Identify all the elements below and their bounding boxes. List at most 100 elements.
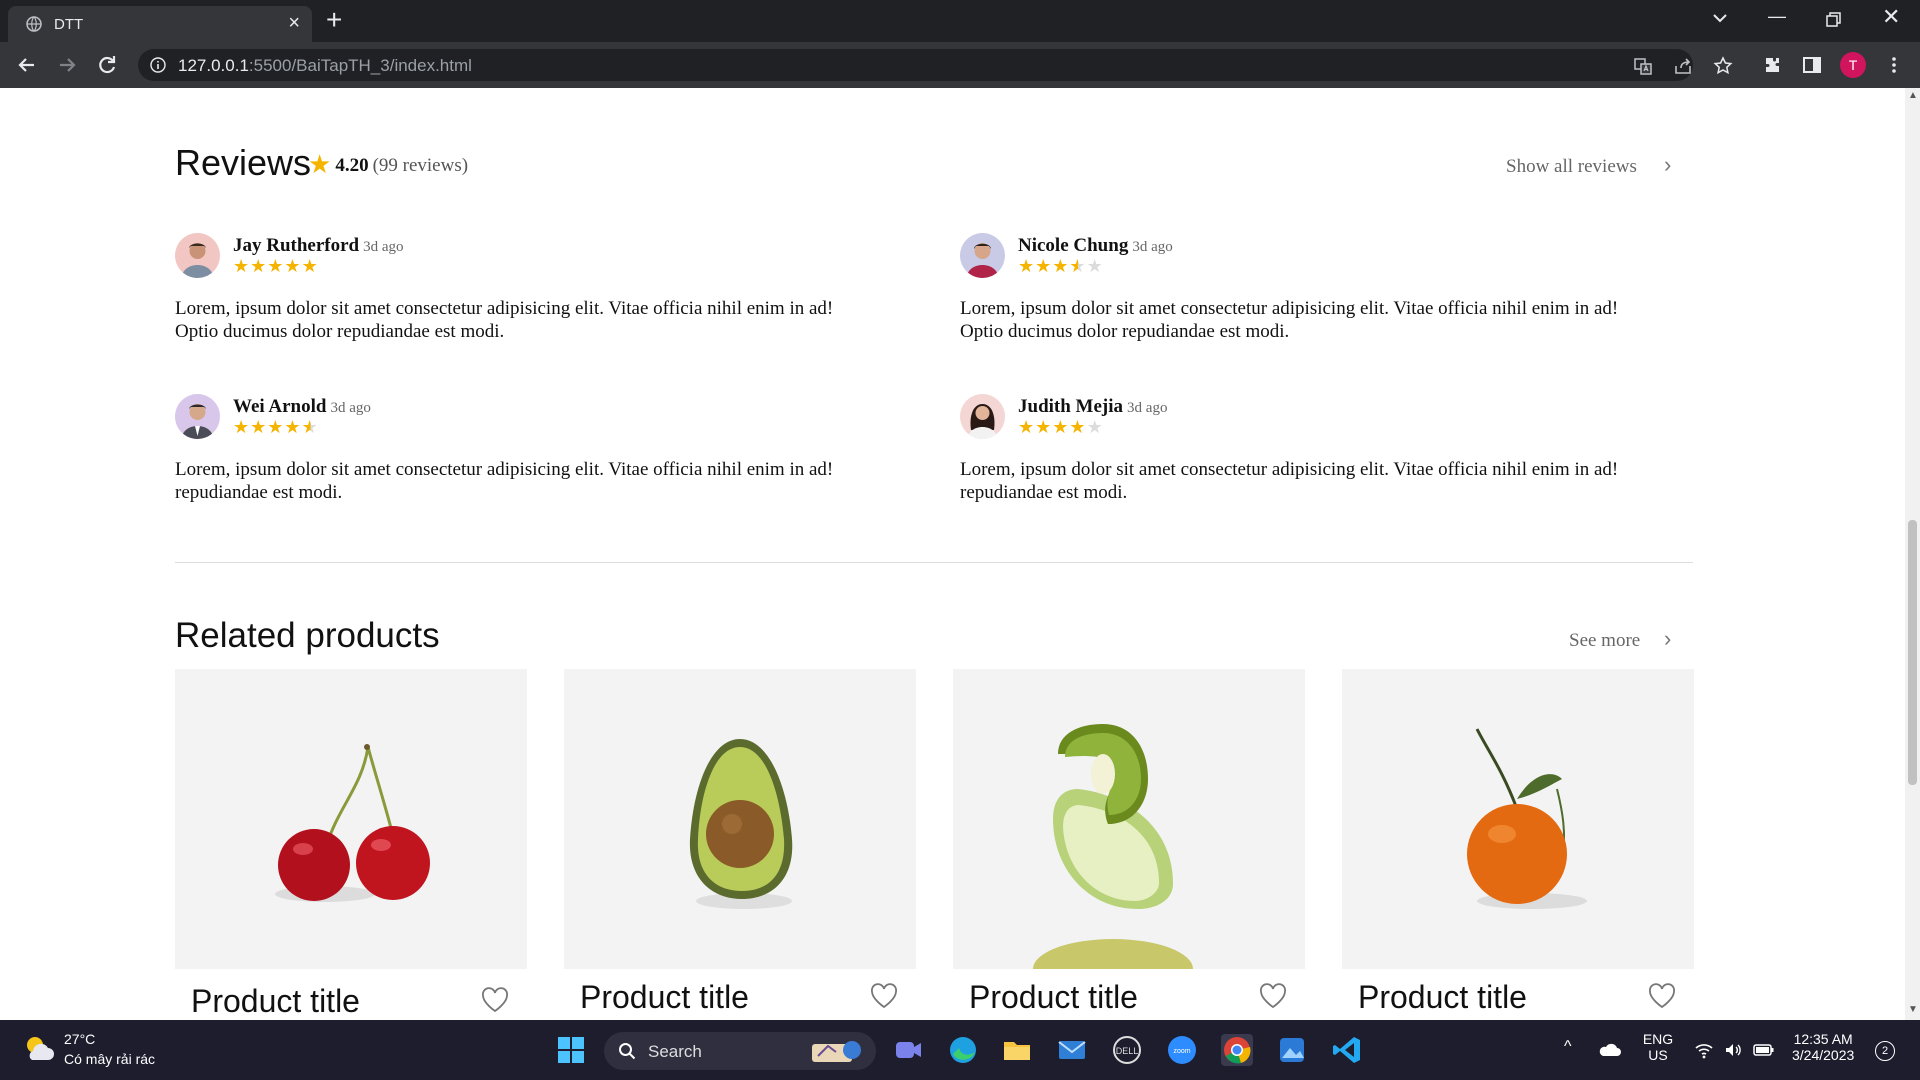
product-card[interactable]: Product title [564,669,916,1020]
heart-icon[interactable] [481,987,509,1013]
svg-text:zoom: zoom [1173,1048,1190,1055]
star-icon: ★ [308,150,332,179]
weather-icon[interactable] [22,1032,56,1066]
reviewer-name-text: Wei Arnold [233,396,327,417]
vscode-icon[interactable] [1331,1034,1363,1066]
extensions-icon[interactable] [1762,55,1782,75]
address-url[interactable]: 127.0.0.1:5500/BaiTapTH_3/index.html [178,56,472,76]
reviewer-name-text: Judith Mejia [1018,396,1124,417]
bookmark-star-icon[interactable] [1713,56,1733,76]
reviewer-name: Nicole Chung 3d ago [1018,235,1173,257]
see-more-link[interactable]: See more [1569,630,1640,652]
teams-meet-icon[interactable] [892,1034,924,1066]
menu-kebab-icon[interactable] [1884,55,1904,75]
globe-icon [26,16,42,32]
product-image-tangerine[interactable] [1342,669,1694,969]
reviewer-name: Judith Mejia 3d ago [1018,396,1167,418]
side-panel-icon[interactable] [1802,55,1822,75]
product-image-cherry[interactable] [175,669,527,969]
windows-start-icon[interactable] [555,1034,587,1066]
url-path: :5500/BaiTapTH_3/index.html [248,56,472,75]
tab-search-chevron-icon[interactable] [1710,8,1730,28]
rating-stars: ★★★★★ [1018,256,1104,277]
chevron-right-icon[interactable]: › [1664,152,1671,178]
file-explorer-icon[interactable] [1001,1034,1033,1066]
minimize-icon[interactable]: — [1768,6,1786,27]
product-title[interactable]: Product title [969,979,1138,1016]
forward-icon[interactable] [54,52,80,78]
star-half-icon: ★ [301,417,319,437]
star-empty-icon: ★ [1086,256,1104,276]
product-card[interactable]: Product title [175,669,527,1020]
product-title[interactable]: Product title [580,979,749,1016]
new-tab-icon[interactable]: + [326,6,342,34]
edge-icon[interactable] [947,1034,979,1066]
chevron-right-icon[interactable]: › [1664,626,1671,652]
browser-tab[interactable]: DTT × [8,6,312,42]
onedrive-icon[interactable] [1598,1038,1622,1062]
reload-icon[interactable] [94,52,120,78]
window-close-icon[interactable]: ✕ [1882,4,1900,30]
translate-icon[interactable] [1633,56,1653,76]
taskbar-search[interactable]: Search [604,1032,876,1070]
restore-icon[interactable] [1826,12,1842,28]
product-card[interactable]: Product title [1342,669,1694,1020]
tab-close-icon[interactable]: × [288,12,300,35]
reviewer-name-text: Jay Rutherford [233,235,360,256]
scroll-down-icon[interactable]: ▼ [1908,1004,1918,1015]
page-scrollbar[interactable]: ▲ ▼ [1905,88,1920,1020]
site-info-icon[interactable] [150,57,166,73]
reviewer-name: Jay Rutherford 3d ago [233,235,404,257]
profile-avatar[interactable]: T [1840,52,1866,78]
photos-icon[interactable] [1276,1034,1308,1066]
product-image-kiwi[interactable] [953,669,1305,999]
reviewer-name: Wei Arnold 3d ago [233,396,371,418]
scroll-up-icon[interactable]: ▲ [1908,90,1918,101]
mail-icon[interactable] [1056,1034,1088,1066]
star-filled-icon: ★ [301,256,319,276]
language-indicator[interactable]: ENG US [1640,1031,1676,1063]
zoom-icon[interactable]: zoom [1166,1034,1198,1066]
taskbar-clock[interactable]: 12:35 AM 3/24/2023 [1792,1031,1854,1063]
heart-icon[interactable] [1259,983,1287,1009]
tray-overflow-chevron-icon[interactable]: ^ [1564,1038,1572,1056]
language-bottom: US [1648,1047,1668,1063]
notification-badge[interactable]: 2 [1875,1041,1895,1061]
share-icon[interactable] [1673,56,1693,76]
star-filled-icon: ★ [1035,256,1053,276]
show-all-reviews-link[interactable]: Show all reviews [1506,156,1637,178]
star-filled-icon: ★ [233,417,251,437]
star-filled-icon: ★ [1052,256,1070,276]
review-text: Lorem, ipsum dolor sit amet consectetur … [175,298,834,342]
product-card[interactable]: Product title [953,669,1305,1020]
avatar [175,394,220,439]
heart-icon[interactable] [870,983,898,1009]
reviews-summary: ★ 4.20 (99 reviews) [308,150,468,180]
dell-icon[interactable]: DELL [1111,1034,1143,1066]
scrollbar-thumb[interactable] [1908,520,1917,785]
back-icon[interactable] [14,52,40,78]
star-filled-icon: ★ [233,256,251,276]
star-filled-icon: ★ [1018,256,1036,276]
chrome-icon[interactable] [1221,1034,1253,1066]
product-title[interactable]: Product title [191,983,360,1020]
avatar [175,233,220,278]
star-filled-icon: ★ [250,417,268,437]
tab-title: DTT [54,16,84,33]
search-highlight-icon [812,1041,861,1062]
reviews-count: (99 reviews) [372,155,469,176]
star-empty-icon: ★ [1086,417,1104,437]
weather-temperature[interactable]: 27°C [64,1031,95,1047]
address-bar[interactable]: 127.0.0.1:5500/BaiTapTH_3/index.html [138,49,1733,81]
review-text: Lorem, ipsum dolor sit amet consectetur … [960,298,1619,342]
product-title[interactable]: Product title [1358,979,1527,1016]
product-image-avocado[interactable] [564,669,916,969]
volume-icon[interactable] [1723,1040,1743,1060]
search-icon [619,1043,636,1060]
section-divider [175,562,1693,563]
heart-icon[interactable] [1648,983,1676,1009]
product-info: Product title [953,969,1305,1020]
weather-description[interactable]: Có mây rải rác [64,1051,155,1067]
battery-icon[interactable] [1753,1040,1775,1060]
wifi-icon[interactable] [1694,1040,1714,1060]
